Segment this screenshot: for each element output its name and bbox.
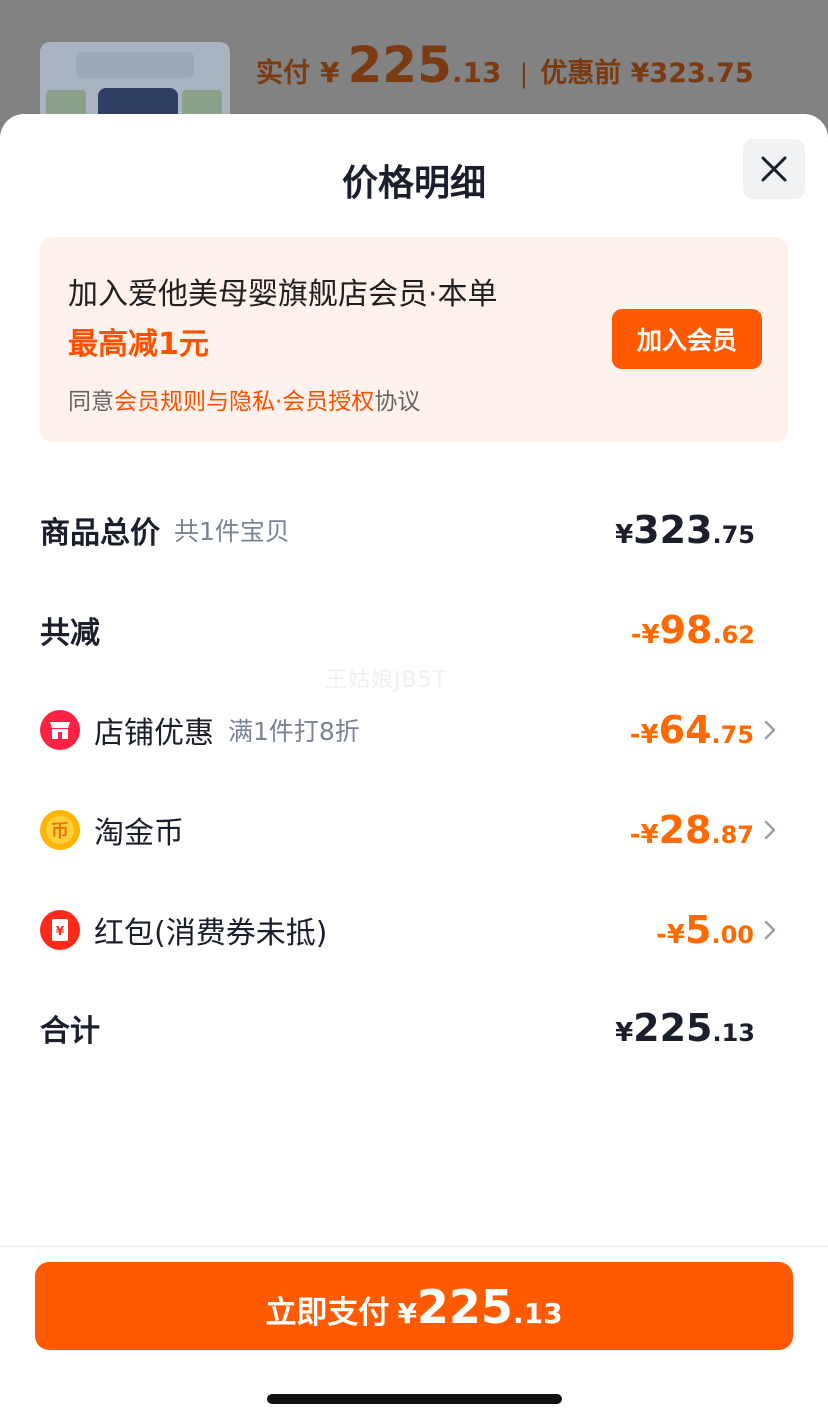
svg-text:币: 币 [51, 821, 69, 842]
amount-dec: .13 [512, 1297, 563, 1330]
amount-dec: .75 [711, 721, 754, 749]
price-separator: | [519, 59, 529, 89]
membership-banner: 加入爱他美母婴旗舰店会员·本单 最高减1元 同意会员规则与隐私·会员授权协议 加… [40, 237, 788, 442]
amount-int: 64 [658, 708, 712, 752]
chevron-right-icon [764, 720, 776, 740]
shop-icon [40, 710, 80, 750]
join-membership-button[interactable]: 加入会员 [612, 309, 762, 369]
amount-int: 225 [416, 1280, 513, 1334]
discount-total-label: 共减 [40, 616, 100, 651]
agreement-prefix: 同意 [68, 389, 114, 415]
backdrop-header: 实付 ¥ 225 .13 | 优惠前 ¥323.75 [0, 0, 828, 132]
watermark: 王姑娘JB5T [325, 668, 448, 693]
amount-int: 5 [685, 908, 712, 952]
currency-symbol: -¥ [629, 820, 659, 850]
svg-text:¥: ¥ [56, 924, 65, 938]
amount-dec: .13 [712, 1019, 755, 1047]
pay-now-label: 立即支付 [265, 1295, 390, 1331]
currency-symbol: ¥ [615, 1018, 634, 1048]
shop-discount-amount: -¥ 64 .75 [630, 708, 754, 752]
red-packet-icon: ¥ [40, 910, 80, 950]
grand-total-label: 合计 [40, 1014, 100, 1049]
item-count-note: 共1件宝贝 [174, 517, 290, 546]
amount-int: 323 [633, 508, 713, 552]
amount-dec: .62 [712, 621, 755, 649]
amount-dec: .87 [711, 821, 754, 849]
currency-symbol: -¥ [656, 920, 686, 950]
currency-symbol: ¥ [397, 1297, 417, 1330]
thumbnail-banner [76, 52, 194, 78]
close-button[interactable] [743, 139, 805, 199]
currency-symbol: ¥ [615, 520, 634, 550]
subtotal-label: 商品总价 [40, 516, 160, 551]
price-detail-sheet: 价格明细 加入爱他美母婴旗舰店会员·本单 最高减1元 同意会员规则与隐私·会员授… [0, 114, 828, 1422]
shop-discount-row[interactable]: 店铺优惠 满1件打8折 -¥ 64 .75 [40, 700, 788, 760]
red-packet-amount: -¥ 5 .00 [656, 908, 754, 952]
discount-total-row: 共减 -¥ 98 .62 [40, 600, 788, 660]
currency-symbol: -¥ [630, 620, 660, 650]
discount-total-amount: -¥ 98 .62 [631, 608, 755, 652]
coin-amount: -¥ 28 .87 [630, 808, 754, 852]
amount-int: 225 [633, 1006, 713, 1050]
subtotal-row: 商品总价 共1件宝贝 ¥ 323 .75 [40, 500, 788, 560]
membership-title: 加入爱他美母婴旗舰店会员·本单 [68, 277, 498, 312]
red-packet-row[interactable]: ¥ 红包(消费券未抵) -¥ 5 .00 [40, 900, 788, 960]
paid-currency: ¥ [320, 56, 340, 89]
paid-amount-int: 225 [347, 36, 452, 94]
subtotal-amount: ¥ 323 .75 [615, 508, 755, 552]
close-icon [761, 156, 787, 182]
paid-label: 实付 [256, 58, 310, 89]
amount-dec: .75 [712, 521, 755, 549]
amount-int: 28 [658, 808, 712, 852]
chevron-right-icon [764, 920, 776, 940]
shop-discount-label: 店铺优惠 [94, 716, 214, 751]
coin-label: 淘金币 [94, 816, 184, 851]
amount-int: 98 [659, 608, 713, 652]
red-packet-label: 红包(消费券未抵) [94, 916, 328, 951]
grand-total-row: 合计 ¥ 225 .13 [40, 998, 788, 1058]
amount-dec: .00 [711, 921, 754, 949]
membership-discount: 最高减1元 [68, 327, 209, 362]
sheet-title: 价格明细 [341, 163, 486, 204]
agreement-suffix: 协议 [374, 389, 421, 415]
membership-agreement: 同意会员规则与隐私·会员授权协议 [68, 382, 420, 416]
agreement-link[interactable]: 会员规则与隐私·会员授权 [114, 389, 374, 415]
paid-amount-dec: .13 [451, 56, 502, 89]
chevron-right-icon [764, 820, 776, 840]
backdrop-price-summary: 实付 ¥ 225 .13 | 优惠前 ¥323.75 [256, 36, 754, 94]
home-indicator[interactable] [267, 1394, 562, 1404]
coin-icon: 币 [40, 810, 80, 850]
pay-now-button[interactable]: 立即支付 ¥ 225 .13 [35, 1262, 793, 1350]
currency-symbol: -¥ [629, 720, 659, 750]
grand-total-amount: ¥ 225 .13 [615, 1006, 755, 1050]
price-before-discount: 优惠前 ¥323.75 [540, 58, 754, 89]
shop-discount-note: 满1件打8折 [228, 717, 360, 746]
coin-deduction-row[interactable]: 币 淘金币 -¥ 28 .87 [40, 800, 788, 860]
bottom-divider [0, 1246, 828, 1247]
